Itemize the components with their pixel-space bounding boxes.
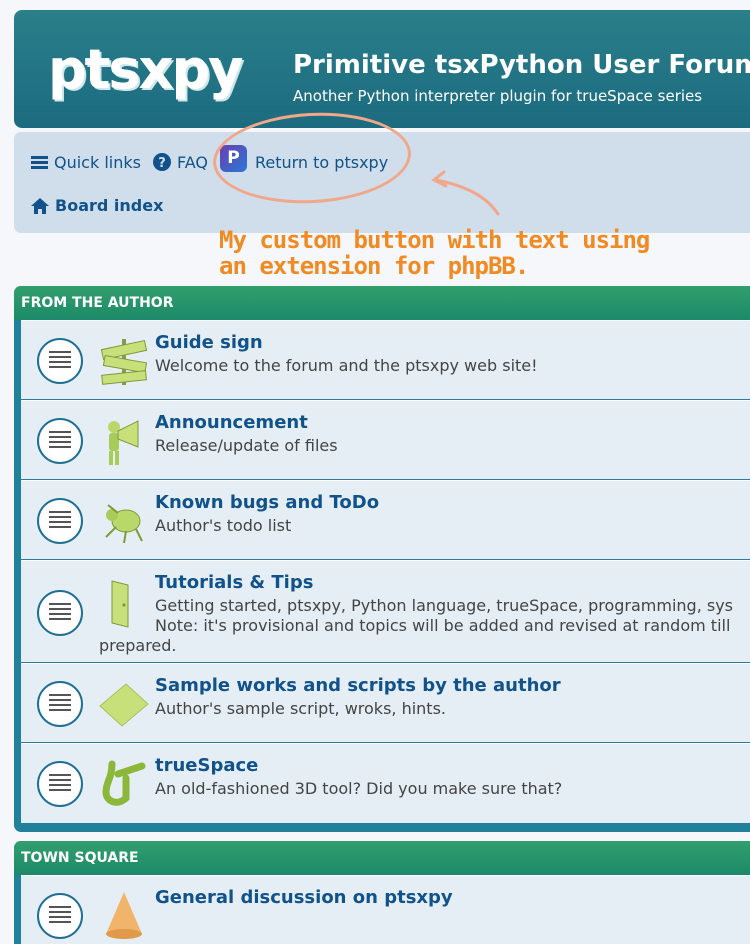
quick-links-label: Quick links [54,152,141,172]
forum-description-note: Note: it's provisional and topics will b… [155,616,731,635]
forum-row-guide-sign[interactable]: Guide sign Welcome to the forum and the … [21,320,750,400]
category-town-square: TOWN SQUARE General discussion on ptsxpy [14,841,750,944]
home-icon [31,197,49,214]
sample-plane-icon [99,683,149,727]
board-index-label: Board index [55,196,164,215]
truespace-logo-icon [102,760,146,806]
faq-label: FAQ [176,152,208,172]
forum-row-truespace[interactable]: trueSpace An old-fashioned 3D tool? Did … [21,743,750,823]
door-icon [111,580,129,628]
forum-row-known-bugs[interactable]: Known bugs and ToDo Author's todo list [21,480,750,560]
forum-row-sample-works[interactable]: Sample works and scripts by the author A… [21,663,750,743]
category-header[interactable]: TOWN SQUARE [14,841,750,875]
forum-row-tutorials[interactable]: Tutorials & Tips Getting started, ptsxpy… [21,560,750,663]
forum-read-icon [37,761,83,807]
board-index-link[interactable]: Board index [31,196,163,215]
site-description: Another Python interpreter plugin for tr… [293,87,703,105]
site-header: ptsxpy Primitive tsxPython User Forum An… [14,10,750,128]
forum-description: Author's todo list [155,516,292,535]
bug-icon [105,504,143,544]
quick-links-menu[interactable]: Quick links [31,153,141,172]
annotation-arrow [431,170,500,216]
site-logo[interactable]: ptsxpy [48,38,243,101]
guide-sign-icon [100,339,148,385]
annotation-line2: an extension for phpBB. [219,252,529,280]
forum-title[interactable]: Tutorials & Tips [155,572,313,593]
forum-read-icon [37,681,83,727]
megaphone-icon [108,420,139,465]
site-title: Primitive tsxPython User Forum [293,50,750,80]
forum-title[interactable]: Known bugs and ToDo [155,492,379,513]
forum-read-icon [37,498,83,544]
forum-read-icon [37,590,83,636]
question-circle-icon: ? [152,153,171,171]
annotation-note: My custom button with text using an exte… [219,227,739,279]
forum-description: Welcome to the forum and the ptsxpy web … [155,356,538,375]
forum-title[interactable]: Guide sign [155,332,263,353]
forum-description-note-wrap: prepared. [99,636,177,655]
cone-icon [106,892,142,939]
category-from-the-author: FROM THE AUTHOR Guide sign Welcome to th… [14,286,750,832]
forum-read-icon [37,893,83,939]
forum-title[interactable]: trueSpace [155,755,258,776]
forum-row-announcement[interactable]: Announcement Release/update of files [21,400,750,480]
category-header[interactable]: FROM THE AUTHOR [14,286,750,320]
forum-description: Getting started, ptsxpy, Python language… [155,596,733,615]
bars-icon [31,155,48,169]
svg-text:?: ? [158,156,166,171]
forum-title[interactable]: Announcement [155,412,308,433]
forum-read-icon [37,418,83,464]
forum-read-icon [37,338,83,384]
forum-description: An old-fashioned 3D tool? Did you make s… [155,779,563,798]
forum-title[interactable]: Sample works and scripts by the author [155,675,561,696]
annotation-line1: My custom button with text using [219,226,650,254]
forum-description: Author's sample script, wroks, hints. [155,699,446,718]
forum-row-general-discussion[interactable]: General discussion on ptsxpy [21,875,750,944]
forum-title[interactable]: General discussion on ptsxpy [155,887,453,908]
faq-link[interactable]: ? FAQ [152,152,208,172]
forum-description: Release/update of files [155,436,338,455]
